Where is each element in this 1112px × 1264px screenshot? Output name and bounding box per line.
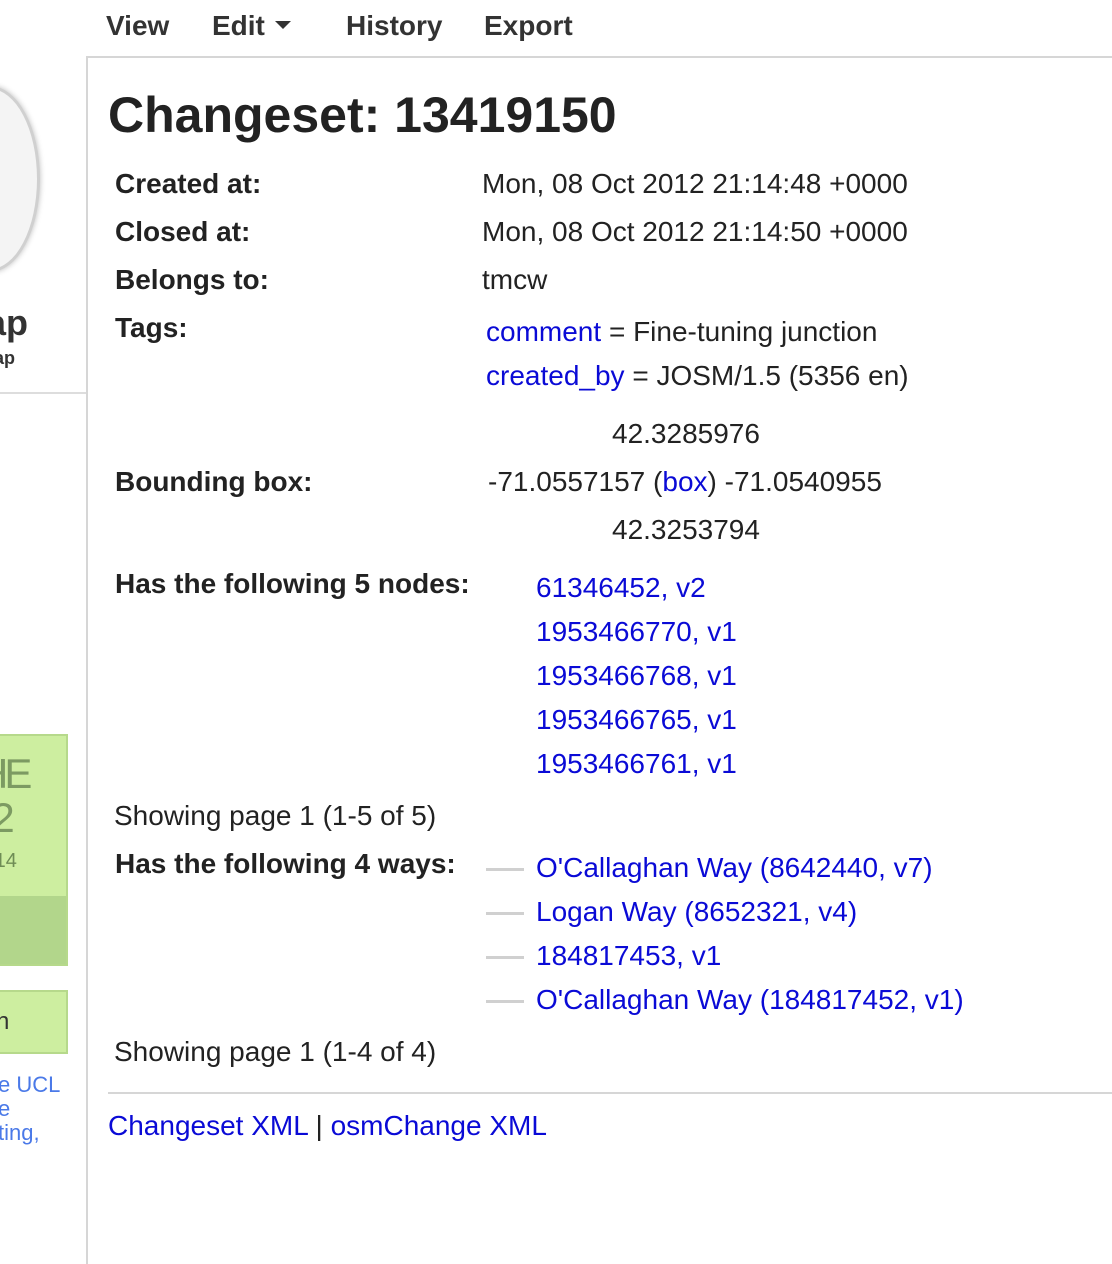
tab-edit-label: Edit: [212, 10, 265, 41]
user-link[interactable]: tmcw: [482, 264, 547, 296]
page-title: Changeset: 13419150: [108, 87, 617, 143]
osmchange-xml-link[interactable]: osmChange XML: [331, 1110, 547, 1141]
tag-value: JOSM/1.5 (5356 en): [656, 360, 909, 391]
tag-row: comment = Fine-tuning junction: [486, 316, 877, 348]
promo-text-3: -14: [0, 850, 17, 872]
way-link[interactable]: O'Callaghan Way (184817452, v1): [536, 984, 964, 1016]
nodes-label: Has the following 5 nodes:: [115, 568, 470, 599]
way-line-icon: [486, 868, 524, 871]
changeset-xml-link[interactable]: Changeset XML: [108, 1110, 308, 1141]
tab-history[interactable]: History: [346, 10, 442, 42]
tag-key-link[interactable]: created_by: [486, 360, 625, 391]
logo-icon[interactable]: [0, 86, 40, 272]
footer-links: Changeset XML | osmChange XML: [108, 1110, 547, 1142]
sidebar: ap ap HE 12 -14 n e UCL e ting,: [0, 56, 86, 1264]
tag-equals: =: [632, 360, 649, 391]
tags-label: Tags:: [115, 312, 188, 343]
footer-separator: |: [315, 1110, 323, 1141]
way-link[interactable]: O'Callaghan Way (8642440, v7): [536, 852, 933, 884]
ways-label: Has the following 4 ways:: [115, 848, 456, 879]
way-line-icon: [486, 1000, 524, 1003]
ways-paging: Showing page 1 (1-4 of 4): [114, 1036, 437, 1067]
tab-view[interactable]: View: [106, 10, 169, 42]
closed-value: Mon, 08 Oct 2012 21:14:50 +0000: [482, 216, 908, 247]
closed-label: Closed at:: [115, 216, 251, 247]
nodes-paging: Showing page 1 (1-5 of 5): [114, 800, 437, 831]
tag-row: created_by = JOSM/1.5 (5356 en): [486, 360, 909, 392]
brand-name: ap: [0, 302, 29, 343]
node-link[interactable]: 1953466770, v1: [536, 616, 737, 648]
node-link[interactable]: 1953466765, v1: [536, 704, 737, 736]
promo-banner[interactable]: HE 12 -14: [0, 734, 68, 966]
bbox-label: Bounding box:: [115, 466, 313, 497]
bbox-min-lat: 42.3253794: [612, 514, 760, 545]
bbox-paren-open: (: [653, 466, 663, 497]
promo-band: [0, 896, 66, 964]
created-value: Mon, 08 Oct 2012 21:14:48 +0000: [482, 168, 908, 199]
bbox-paren-close: ): [707, 466, 717, 497]
sidebar-button-label: n: [0, 1008, 10, 1035]
tag-equals: =: [608, 316, 626, 347]
tag-key-link[interactable]: comment: [486, 316, 601, 347]
way-line-icon: [486, 956, 524, 959]
sidebar-divider: [0, 392, 86, 394]
sidebar-link-ucl[interactable]: e UCL: [0, 1072, 60, 1098]
tab-export[interactable]: Export: [484, 10, 573, 42]
node-link[interactable]: 61346452, v2: [536, 572, 706, 604]
node-link[interactable]: 1953466761, v1: [536, 748, 737, 780]
sidebar-link-2[interactable]: e: [0, 1096, 10, 1122]
way-line-icon: [486, 912, 524, 915]
bbox-max-lon: -71.0540955: [724, 466, 882, 497]
node-link[interactable]: 1953466768, v1: [536, 660, 737, 692]
footer-divider: [108, 1092, 1112, 1094]
chevron-down-icon: [274, 20, 291, 29]
brand-tagline: ap: [0, 348, 16, 368]
sidebar-button[interactable]: n: [0, 990, 68, 1054]
sidebar-link-3[interactable]: ting,: [0, 1120, 40, 1146]
bbox-max-lat: 42.3285976: [612, 418, 760, 449]
bbox-row: -71.0557157 (box) -71.0540955: [488, 466, 882, 498]
created-label: Created at:: [115, 168, 262, 199]
promo-text-2: 12: [0, 794, 15, 842]
tag-value: Fine-tuning junction: [633, 316, 878, 347]
tab-edit[interactable]: Edit: [212, 10, 291, 42]
way-link[interactable]: 184817453, v1: [536, 940, 721, 972]
promo-text-1: HE: [0, 750, 32, 797]
way-link[interactable]: Logan Way (8652321, v4): [536, 896, 857, 928]
belongs-label: Belongs to:: [115, 264, 269, 295]
top-nav: View Edit History Export: [0, 0, 1112, 56]
bbox-min-lon: -71.0557157: [488, 466, 646, 497]
bbox-box-link[interactable]: box: [662, 466, 707, 497]
